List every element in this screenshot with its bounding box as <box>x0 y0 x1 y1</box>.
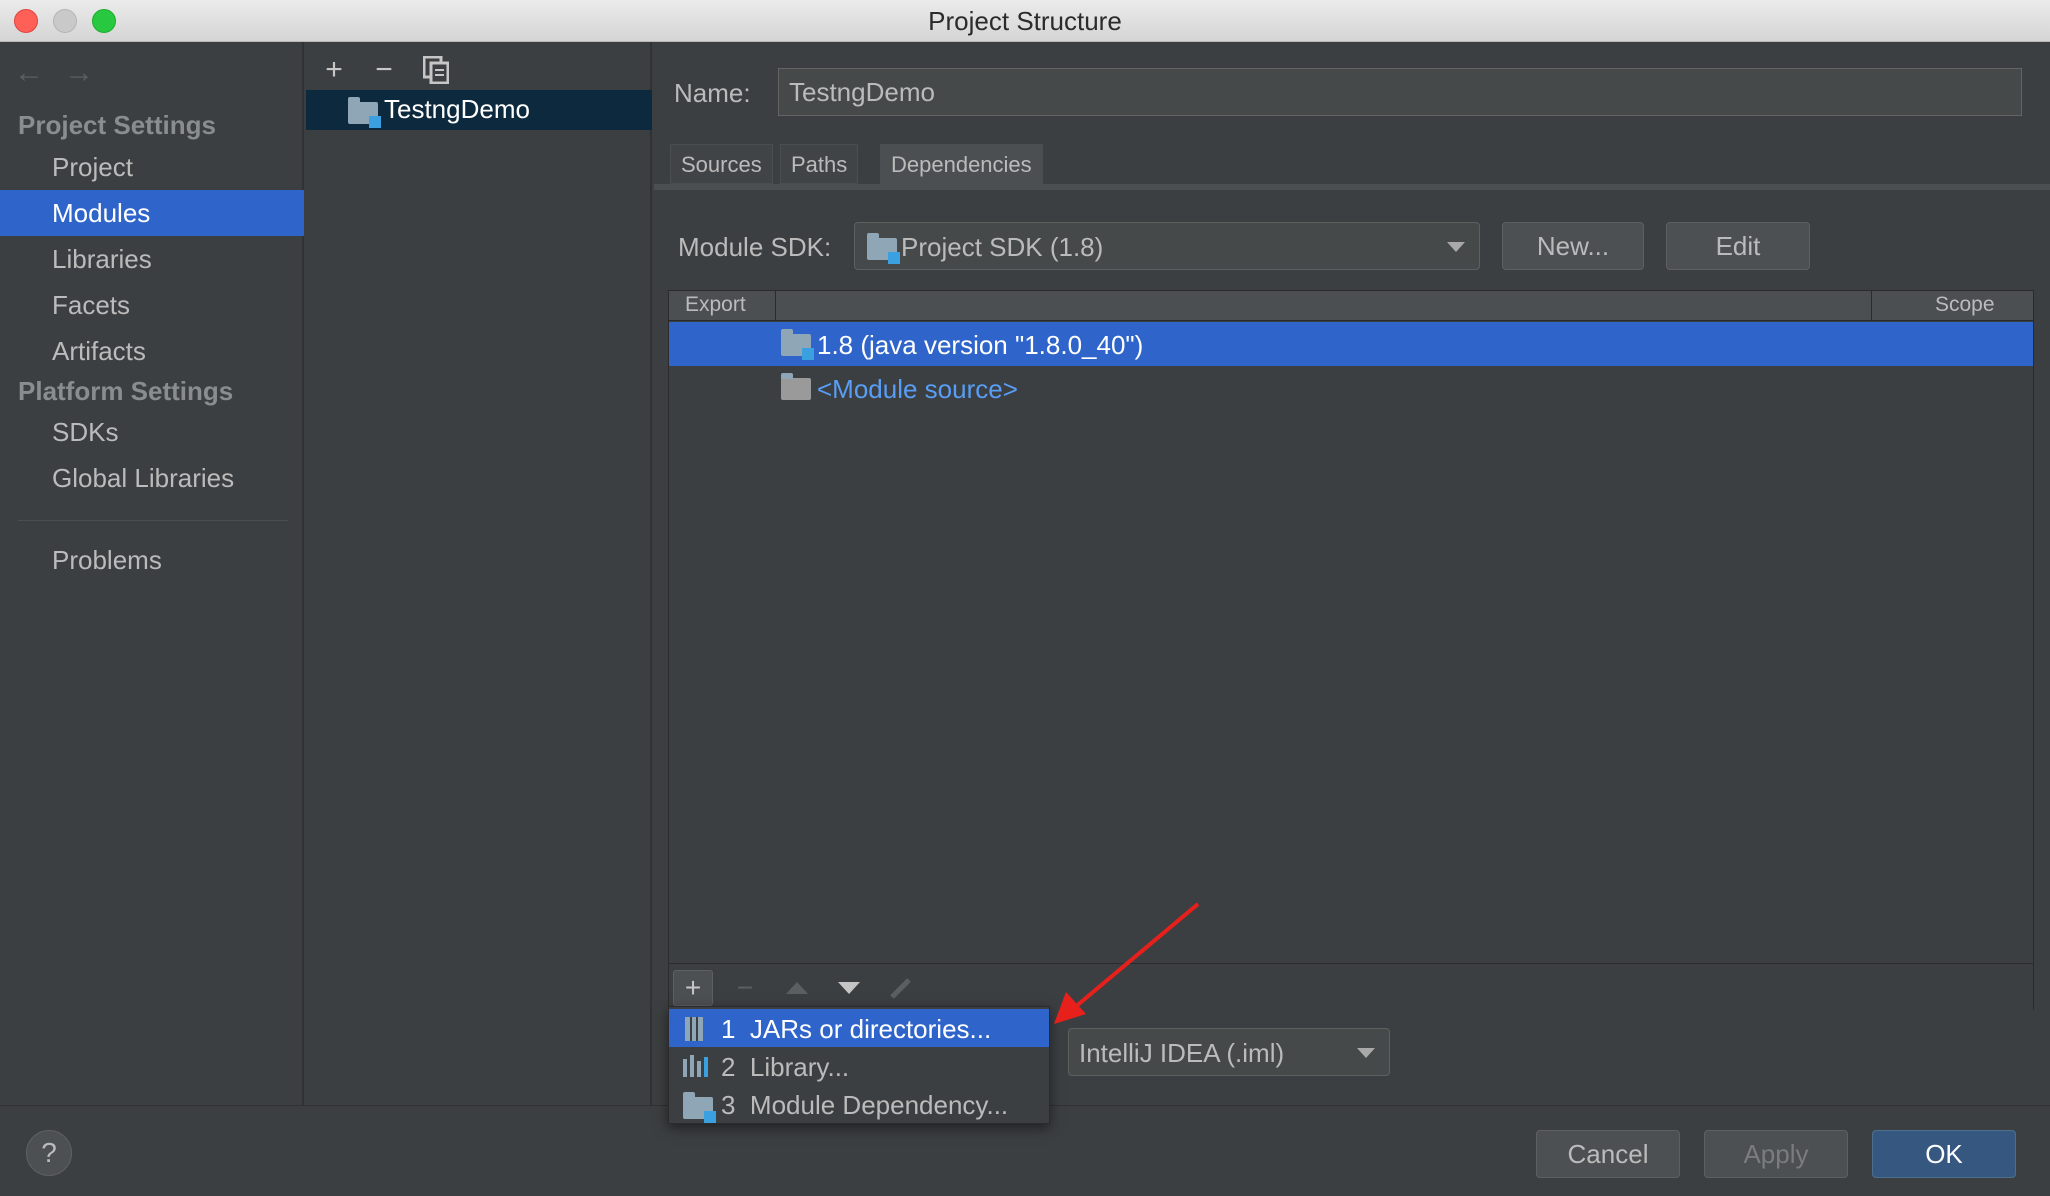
section-heading-project-settings: Project Settings <box>18 110 216 140</box>
new-sdk-button[interactable]: New... <box>1502 222 1644 270</box>
chevron-down-icon <box>1447 242 1465 252</box>
menu-item-module-dependency[interactable]: 3 Module Dependency... <box>669 1085 1049 1123</box>
edit-icon[interactable] <box>881 970 921 1006</box>
tab-sources[interactable]: Sources <box>670 144 773 184</box>
apply-button[interactable]: Apply <box>1704 1130 1848 1178</box>
module-details-pane: Name: Sources Paths Dependencies Module … <box>654 42 2050 1105</box>
jdk-folder-icon <box>781 329 814 360</box>
copy-icon[interactable] <box>416 50 456 90</box>
module-row-testngdemo[interactable]: TestngDemo <box>306 90 652 130</box>
sdk-folder-icon <box>867 233 900 264</box>
sidebar-item-artifacts[interactable]: Artifacts <box>0 328 304 374</box>
sidebar-item-facets[interactable]: Facets <box>0 282 304 328</box>
menu-item-label: JARs or directories... <box>749 1014 992 1044</box>
ok-button[interactable]: OK <box>1872 1130 2016 1178</box>
sidebar-item-project[interactable]: Project <box>0 144 304 190</box>
add-module-button[interactable]: + <box>314 50 354 90</box>
module-sdk-dropdown[interactable]: Project SDK (1.8) <box>854 222 1480 270</box>
menu-item-jars-or-directories[interactable]: 1 JARs or directories... <box>669 1009 1049 1047</box>
menu-item-number: 1 <box>721 1014 736 1044</box>
sidebar-item-global-libraries[interactable]: Global Libraries <box>0 455 304 501</box>
move-up-icon[interactable] <box>777 970 817 1006</box>
tab-dependencies[interactable]: Dependencies <box>880 144 1043 184</box>
section-heading-platform-settings: Platform Settings <box>18 376 234 406</box>
add-icon[interactable]: + <box>673 970 713 1006</box>
storage-format-value: IntelliJ IDEA (.iml) <box>1079 1038 1285 1068</box>
sdk-selected-value: Project SDK (1.8) <box>901 232 1104 262</box>
dependencies-toolbar: + − <box>669 963 2033 1011</box>
remove-icon[interactable]: − <box>725 970 765 1006</box>
menu-item-label: Library... <box>749 1052 850 1082</box>
annotation-arrow-icon <box>1054 902 1200 1024</box>
move-down-icon[interactable] <box>829 970 869 1006</box>
settings-sidebar: ← → Project Settings Project Modules Lib… <box>0 42 304 1105</box>
module-list-panel: + − TestngDemo <box>306 42 652 1105</box>
menu-item-label: Module Dependency... <box>749 1090 1009 1120</box>
sidebar-divider <box>18 520 288 521</box>
title-bar: Project Structure <box>0 0 2050 42</box>
sidebar-item-problems[interactable]: Problems <box>0 537 304 583</box>
sidebar-item-modules[interactable]: Modules <box>0 190 304 236</box>
library-icon <box>683 1055 708 1077</box>
tab-paths[interactable]: Paths <box>780 144 859 184</box>
name-label: Name: <box>674 78 751 108</box>
folder-icon <box>781 373 811 400</box>
add-dependency-menu: 1 JARs or directories... 2 Library... 3 … <box>668 1006 1050 1124</box>
arrow-right-icon[interactable]: → <box>64 56 94 90</box>
module-icon <box>683 1092 716 1123</box>
column-header-export[interactable]: Export <box>685 293 746 317</box>
module-folder-icon <box>348 97 381 128</box>
menu-item-number: 3 <box>721 1090 736 1120</box>
tab-underline <box>654 184 2050 190</box>
dependency-name: <Module source> <box>817 374 1018 404</box>
cancel-button[interactable]: Cancel <box>1536 1130 1680 1178</box>
chevron-down-icon <box>1357 1048 1375 1058</box>
dependencies-table: Export Scope 1.8 (java version "1.8.0_40… <box>668 290 2034 1011</box>
arrow-left-icon[interactable]: ← <box>14 56 44 90</box>
storage-format-dropdown[interactable]: IntelliJ IDEA (.iml) <box>1068 1028 1390 1076</box>
remove-module-button[interactable]: − <box>364 50 404 90</box>
help-button[interactable]: ? <box>26 1130 72 1176</box>
edit-sdk-button[interactable]: Edit <box>1666 222 1810 270</box>
table-row[interactable]: 1.8 (java version "1.8.0_40") <box>669 322 2033 366</box>
column-header-scope[interactable]: Scope <box>1935 293 1995 317</box>
module-name-field[interactable] <box>778 68 2022 116</box>
table-row[interactable]: <Module source> <box>669 366 2033 410</box>
jar-icon <box>685 1017 703 1041</box>
sidebar-item-sdks[interactable]: SDKs <box>0 409 304 455</box>
window-title: Project Structure <box>928 6 1122 36</box>
table-header: Export Scope <box>669 291 2033 321</box>
module-sdk-label: Module SDK: <box>678 232 832 262</box>
sidebar-item-libraries[interactable]: Libraries <box>0 236 304 282</box>
menu-item-number: 2 <box>721 1052 736 1082</box>
menu-item-library[interactable]: 2 Library... <box>669 1047 1049 1085</box>
module-name-label: TestngDemo <box>384 94 530 124</box>
dependency-name: 1.8 (java version "1.8.0_40") <box>817 330 1144 360</box>
